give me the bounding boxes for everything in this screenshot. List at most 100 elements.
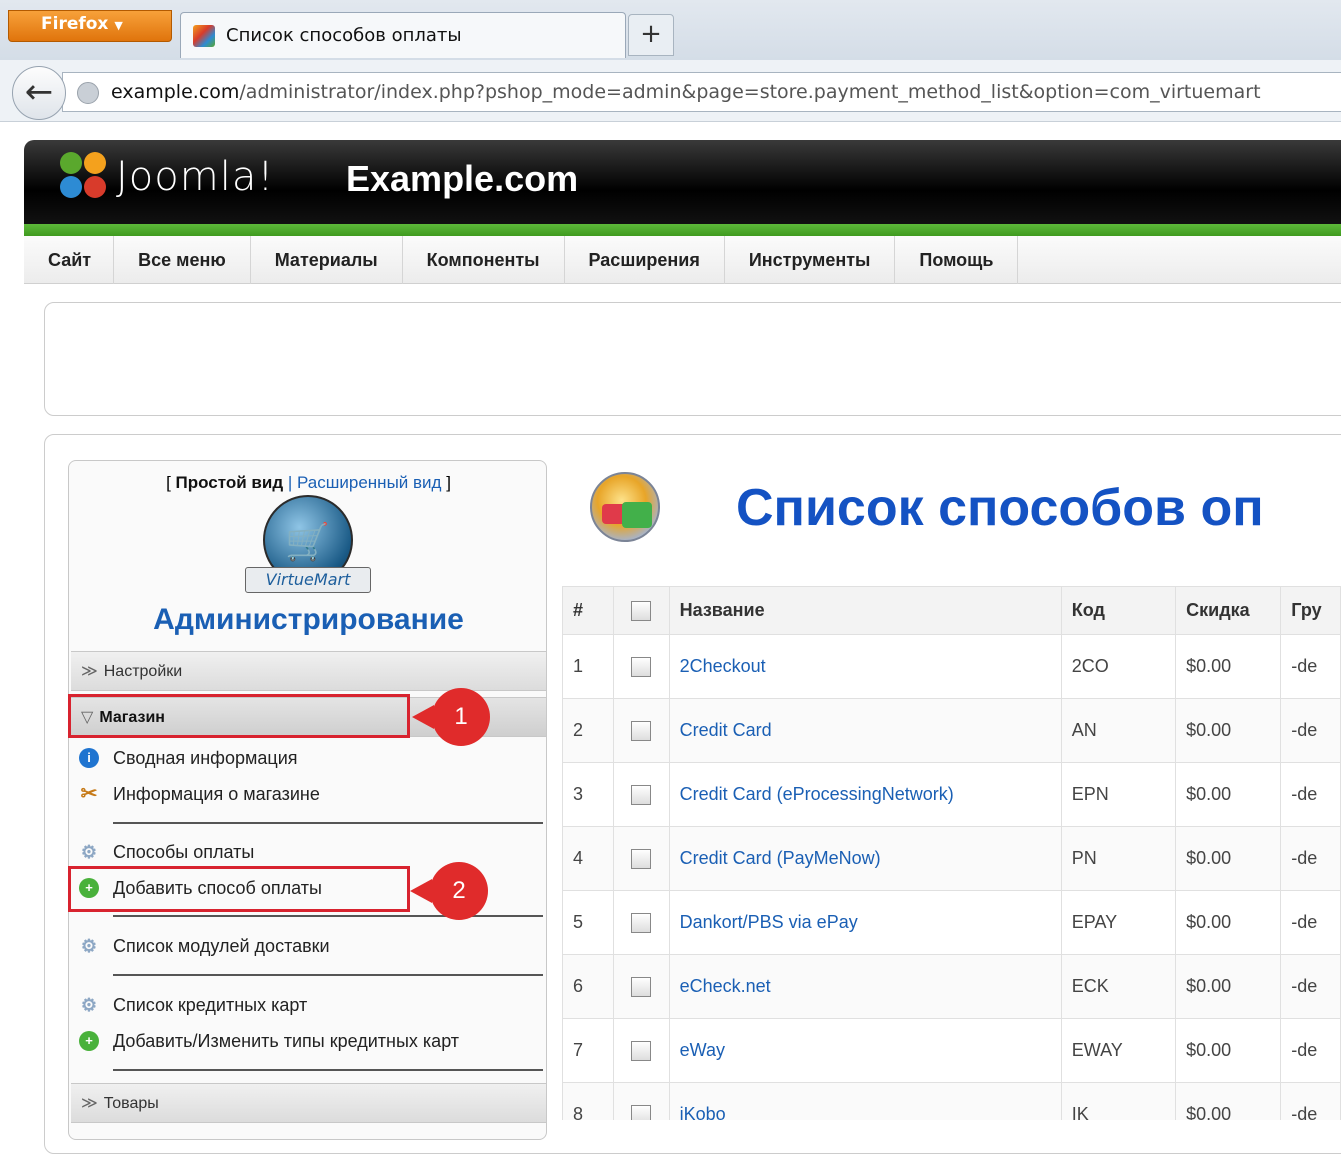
- row-number: 8: [562, 1082, 615, 1120]
- dropdown-arrow-icon: ▼: [114, 19, 123, 32]
- row-name-cell: eWay: [668, 1018, 1062, 1083]
- virtuemart-sidebar: [ Простой вид | Расширенный вид ] 🛒 Virt…: [68, 460, 547, 1140]
- divider: [113, 915, 543, 917]
- sidebar-item-summary[interactable]: i Сводная информация: [79, 743, 539, 773]
- select-all-checkbox[interactable]: [631, 601, 652, 622]
- row-number: 2: [562, 698, 615, 763]
- firefox-menu-button[interactable]: Firefox ▼: [8, 10, 172, 42]
- row-checkbox[interactable]: [631, 849, 652, 870]
- col-discount[interactable]: Скидка: [1175, 586, 1282, 635]
- advanced-view-link[interactable]: Расширенный вид: [297, 473, 441, 492]
- row-group: -de: [1280, 826, 1341, 891]
- payment-method-link[interactable]: Credit Card (PayMeNow): [680, 848, 881, 868]
- menu-all-menus[interactable]: Все меню: [114, 236, 251, 284]
- col-name[interactable]: Название: [668, 586, 1062, 635]
- row-discount: $0.00: [1175, 954, 1282, 1019]
- col-select-all: [613, 586, 670, 635]
- row-group: -de: [1280, 698, 1341, 763]
- sidebar-item-label: Сводная информация: [113, 748, 298, 768]
- list-gear-icon: ⚙: [80, 842, 98, 862]
- sidebar-title: Администрирование: [153, 603, 464, 636]
- browser-nav-bar: example.com/administrator/index.php?psho…: [0, 60, 1341, 122]
- table-header-row: # Название Код Скидка Гру: [562, 586, 1341, 635]
- row-checkbox[interactable]: [631, 913, 652, 934]
- row-code: EPAY: [1060, 890, 1177, 955]
- table-row: 1 2Checkout 2CO $0.00 -de: [562, 634, 1341, 699]
- row-select: [613, 1018, 670, 1083]
- list-gear-icon: ⚙: [80, 936, 98, 956]
- payment-method-link[interactable]: Credit Card (eProcessingNetwork): [680, 784, 954, 804]
- sidebar-item-payment-methods[interactable]: ⚙ Способы оплаты: [79, 837, 539, 867]
- sidebar-item-credit-cards[interactable]: ⚙ Список кредитных карт: [79, 990, 539, 1020]
- row-number: 5: [562, 890, 615, 955]
- sidebar-item-label: Список кредитных карт: [113, 995, 308, 1015]
- row-select: [613, 954, 670, 1019]
- row-name-cell: Credit Card (PayMeNow): [668, 826, 1062, 891]
- browser-tab-active[interactable]: Список способов оплаты: [180, 12, 626, 58]
- simple-view-link[interactable]: Простой вид: [176, 473, 284, 492]
- table-row: 3 Credit Card (eProcessingNetwork) EPN $0.0…: [562, 762, 1341, 827]
- browser-tab-bar: Firefox ▼ Список способов оплаты +: [0, 0, 1341, 60]
- row-select: [613, 634, 670, 699]
- admin-menu: Сайт Все меню Материалы Компоненты Расши…: [24, 236, 1341, 284]
- chevron-right-icon: ≫: [81, 1095, 98, 1112]
- row-checkbox[interactable]: [631, 721, 652, 742]
- row-name-cell: Credit Card (eProcessingNetwork): [668, 762, 1062, 827]
- payment-method-link[interactable]: eWay: [680, 1040, 725, 1060]
- row-checkbox[interactable]: [631, 785, 652, 806]
- firefox-menu-label: Firefox: [41, 14, 109, 34]
- new-tab-button[interactable]: +: [628, 14, 674, 56]
- col-group[interactable]: Гру: [1280, 586, 1341, 635]
- row-checkbox[interactable]: [631, 1105, 652, 1120]
- address-bar[interactable]: example.com/administrator/index.php?psho…: [62, 72, 1341, 112]
- payment-method-link[interactable]: iKobo: [680, 1104, 726, 1120]
- page-title: Список способов оп: [736, 479, 1264, 537]
- section-settings[interactable]: ≫ Настройки: [71, 651, 546, 691]
- col-code[interactable]: Код: [1060, 586, 1177, 635]
- section-products-label: Товары: [103, 1095, 159, 1112]
- row-name-cell: Credit Card: [668, 698, 1062, 763]
- list-gear-icon: ⚙: [80, 995, 98, 1015]
- highlight-box-add-payment: [68, 866, 410, 912]
- menu-components[interactable]: Компоненты: [403, 236, 565, 284]
- payment-method-link[interactable]: Credit Card: [680, 720, 772, 740]
- section-products[interactable]: ≫ Товары: [71, 1083, 546, 1123]
- row-discount: $0.00: [1175, 698, 1282, 763]
- sidebar-item-label: Список модулей доставки: [113, 936, 330, 956]
- url-path: /administrator/index.php?pshop_mode=admi…: [239, 81, 1261, 103]
- highlight-box-shop: [68, 694, 410, 738]
- row-discount: $0.00: [1175, 890, 1282, 955]
- joomla-favicon-icon: [193, 25, 215, 47]
- sidebar-item-shop-info[interactable]: ✂ Информация о магазине: [79, 779, 539, 809]
- table-row: 5 Dankort/PBS via ePay EPAY $0.00 -de: [562, 890, 1341, 955]
- row-select: [613, 890, 670, 955]
- menu-content[interactable]: Материалы: [251, 236, 403, 284]
- sidebar-item-label: Способы оплаты: [113, 842, 255, 862]
- menu-extensions[interactable]: Расширения: [565, 236, 725, 284]
- chevron-right-icon: ≫: [81, 663, 98, 680]
- back-arrow-icon[interactable]: ←: [12, 66, 66, 120]
- globe-icon: [77, 82, 99, 104]
- payment-method-link[interactable]: 2Checkout: [680, 656, 766, 676]
- menu-site[interactable]: Сайт: [24, 236, 115, 284]
- row-checkbox[interactable]: [631, 1041, 652, 1062]
- table-row: 6 eCheck.net ECK $0.00 -de: [562, 954, 1341, 1019]
- row-checkbox[interactable]: [631, 657, 652, 678]
- row-code: PN: [1060, 826, 1177, 891]
- virtuemart-logo: 🛒 VirtueMart: [239, 495, 377, 599]
- sidebar-item-edit-card-types[interactable]: + Добавить/Изменить типы кредитных карт: [79, 1026, 539, 1056]
- row-checkbox[interactable]: [631, 977, 652, 998]
- menu-help[interactable]: Помощь: [895, 236, 1019, 284]
- row-discount: $0.00: [1175, 634, 1282, 699]
- add-icon: +: [79, 1031, 99, 1051]
- row-code: IK: [1060, 1082, 1177, 1120]
- payment-method-link[interactable]: eCheck.net: [680, 976, 771, 996]
- row-group: -de: [1280, 1018, 1341, 1083]
- menu-tools[interactable]: Инструменты: [725, 236, 896, 284]
- payment-method-link[interactable]: Dankort/PBS via ePay: [680, 912, 858, 932]
- sidebar-item-shipping-modules[interactable]: ⚙ Список модулей доставки: [79, 931, 539, 961]
- row-number: 7: [562, 1018, 615, 1083]
- payment-methods-icon: [590, 472, 660, 542]
- row-name-cell: eCheck.net: [668, 954, 1062, 1019]
- row-group: -de: [1280, 634, 1341, 699]
